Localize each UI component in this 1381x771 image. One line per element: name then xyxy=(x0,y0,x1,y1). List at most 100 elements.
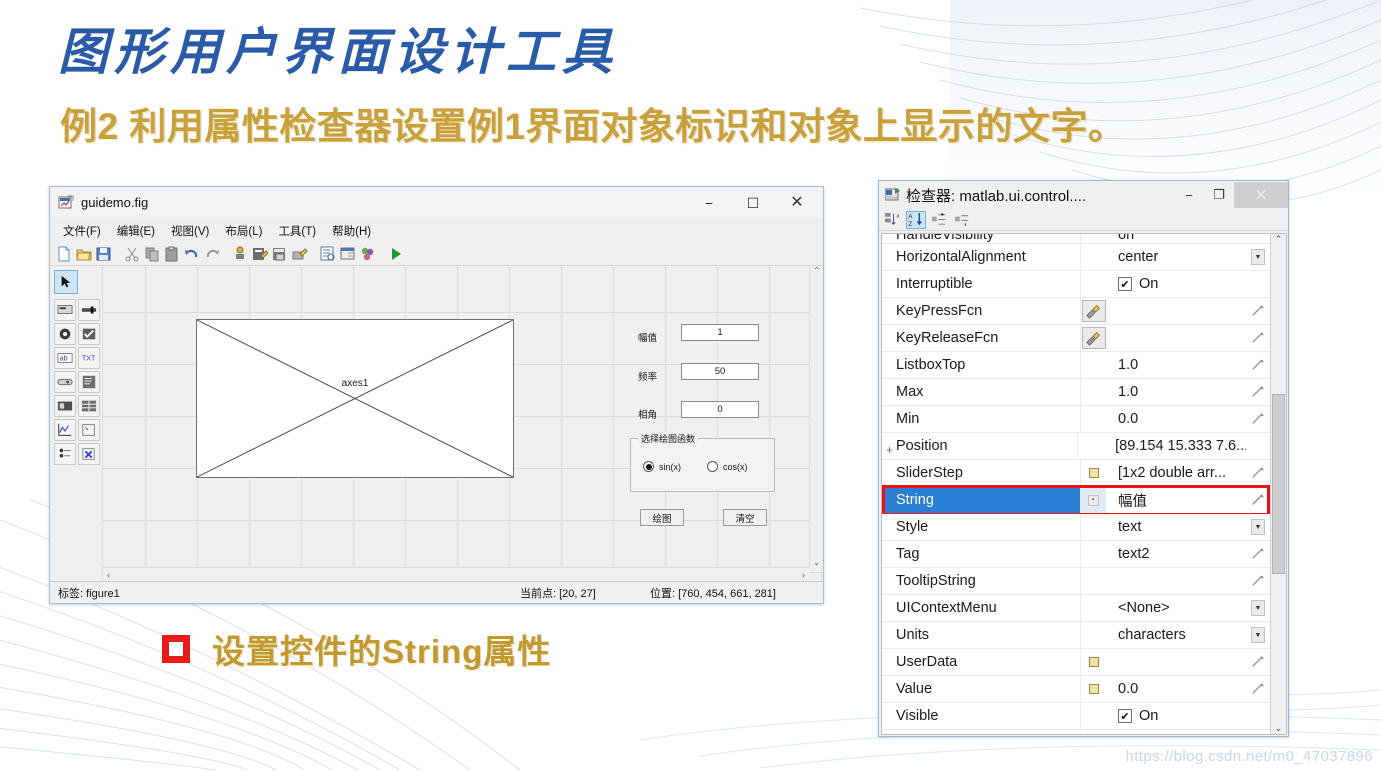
table-row-userdata[interactable]: UserData xyxy=(882,649,1270,676)
scroll-right-arrow[interactable]: › xyxy=(802,570,805,580)
canvas-vertical-scrollbar[interactable]: ⌃ ⌄ xyxy=(809,266,823,567)
table-row-keyreleasefcn[interactable]: KeyReleaseFcn xyxy=(882,325,1270,352)
object-browser-icon[interactable] xyxy=(318,244,337,263)
scroll-left-arrow[interactable]: ‹ xyxy=(107,570,110,580)
edit-text-icon[interactable]: ab xyxy=(53,347,76,369)
menu-editor-icon[interactable] xyxy=(250,244,269,263)
pencil-icon[interactable] xyxy=(1246,466,1270,480)
property-value[interactable]: [1x2 double arr... xyxy=(1106,465,1246,481)
property-value[interactable]: text xyxy=(1106,519,1246,535)
inspector-minimize-button[interactable]: − xyxy=(1174,182,1204,208)
inspector-restore-button[interactable]: ❐ xyxy=(1204,182,1234,208)
scroll-down-arrow[interactable]: ⌄ xyxy=(813,558,820,567)
property-value[interactable]: 1.0 xyxy=(1106,357,1246,373)
collapse-all-icon[interactable] xyxy=(952,211,972,229)
pencil-icon[interactable] xyxy=(1246,331,1270,345)
select-arrow-icon[interactable] xyxy=(54,270,78,294)
radio-cos[interactable]: cos(x) xyxy=(707,461,748,472)
radio-button-icon[interactable] xyxy=(53,323,76,345)
dropdown-arrow-icon[interactable]: ▼ xyxy=(1246,600,1270,616)
open-icon[interactable] xyxy=(74,244,93,263)
table-row-tag[interactable]: Tag text2 xyxy=(882,541,1270,568)
menu-layout[interactable]: 布局(L) xyxy=(218,221,269,241)
panel-icon[interactable] xyxy=(77,419,100,441)
table-row-listboxtop[interactable]: ListboxTop 1.0 xyxy=(882,352,1270,379)
phase-label[interactable]: 相角 xyxy=(638,407,657,421)
expand-plus-icon[interactable]: + xyxy=(886,443,893,454)
table-row-horizontalalignment[interactable]: HorizontalAlignment center ▼ xyxy=(882,244,1270,271)
menu-file[interactable]: 文件(F) xyxy=(56,221,108,241)
paste-icon[interactable] xyxy=(162,244,181,263)
pencil-icon[interactable] xyxy=(1246,358,1270,372)
function-select-panel[interactable]: 选择绘图函数 sin(x) cos(x) xyxy=(630,432,775,492)
property-value[interactable]: 幅值 xyxy=(1106,487,1246,513)
property-value[interactable]: ✔ On xyxy=(1106,276,1246,292)
mfile-editor-icon[interactable] xyxy=(290,244,309,263)
amplitude-label[interactable]: 幅值 xyxy=(638,330,657,344)
scroll-up-arrow[interactable]: ⌃ xyxy=(813,266,820,275)
popup-menu-icon[interactable] xyxy=(53,371,76,393)
figure-canvas[interactable]: axes1 幅值 1 频率 50 相角 0 选择绘图函数 sin(x) cos(… xyxy=(103,266,823,581)
property-table[interactable]: HandleVisibility on HorizontalAlignment … xyxy=(881,233,1287,735)
pencil-icon[interactable] xyxy=(1246,682,1270,696)
table-row-keypressfcn[interactable]: KeyPressFcn xyxy=(882,298,1270,325)
checkbox-icon[interactable]: ✔ xyxy=(1118,277,1132,291)
menu-edit[interactable]: 编辑(E) xyxy=(110,221,162,241)
property-value[interactable]: <None> xyxy=(1106,600,1246,616)
redo-icon[interactable] xyxy=(202,244,221,263)
table-row-string[interactable]: String ▪ 幅值 xyxy=(882,487,1270,514)
save-icon[interactable] xyxy=(94,244,113,263)
grid-rulers-icon[interactable] xyxy=(358,244,377,263)
property-expander[interactable]: ▪ xyxy=(1080,487,1106,513)
pencil-icon[interactable] xyxy=(1246,385,1270,399)
dropdown-arrow-icon[interactable]: ▼ xyxy=(1246,627,1270,643)
table-row-min[interactable]: Min 0.0 xyxy=(882,406,1270,433)
property-value[interactable]: 1.0 xyxy=(1106,384,1246,400)
inspector-scroll-thumb[interactable] xyxy=(1272,394,1285,574)
pencil-icon[interactable] xyxy=(1246,574,1270,588)
inspector-close-button[interactable]: ✕ xyxy=(1234,182,1288,208)
pencil-icon[interactable] xyxy=(1246,487,1270,513)
slider-icon[interactable] xyxy=(77,299,100,321)
function-handle-icon[interactable] xyxy=(1080,325,1106,351)
property-value[interactable]: center xyxy=(1106,249,1246,265)
menu-tools[interactable]: 工具(T) xyxy=(271,221,323,241)
listbox-icon[interactable] xyxy=(77,371,100,393)
table-row-value[interactable]: Value 0.0 xyxy=(882,676,1270,703)
canvas-horizontal-scrollbar[interactable]: ‹ › xyxy=(103,567,809,581)
guide-minimize-button[interactable]: − xyxy=(687,188,731,218)
pencil-icon[interactable] xyxy=(1246,412,1270,426)
radio-sin[interactable]: sin(x) xyxy=(643,461,681,472)
property-value[interactable]: characters xyxy=(1106,627,1246,643)
property-inspector-icon[interactable] xyxy=(338,244,357,263)
new-icon[interactable] xyxy=(54,244,73,263)
toggle-button-icon[interactable] xyxy=(53,395,76,417)
function-handle-icon[interactable] xyxy=(1080,298,1106,324)
checkbox-icon[interactable]: ✔ xyxy=(1118,709,1132,723)
guide-maximize-button[interactable]: ☐ xyxy=(731,188,775,218)
guide-close-button[interactable]: ✕ xyxy=(775,188,819,218)
property-value[interactable]: 0.0 xyxy=(1106,411,1246,427)
table-row-interruptible[interactable]: Interruptible ✔ On xyxy=(882,271,1270,298)
array-editor-icon[interactable] xyxy=(1080,460,1106,486)
axes-icon[interactable] xyxy=(53,419,76,441)
run-icon[interactable] xyxy=(386,244,405,263)
clear-button[interactable]: 清空 xyxy=(723,509,767,526)
static-text-icon[interactable]: TXT xyxy=(77,347,100,369)
property-value[interactable]: text2 xyxy=(1106,546,1246,562)
align-objects-icon[interactable] xyxy=(230,244,249,263)
cut-icon[interactable] xyxy=(122,244,141,263)
property-value[interactable]: on xyxy=(1106,234,1246,243)
array-editor-icon[interactable] xyxy=(1080,649,1106,675)
table-row-sliderstep[interactable]: SliderStep [1x2 double arr... xyxy=(882,460,1270,487)
table-row-position[interactable]: + Position [89.154 15.333 7.6... xyxy=(882,433,1270,460)
dropdown-arrow-icon[interactable]: ▼ xyxy=(1246,519,1270,535)
table-row-visible[interactable]: Visible ✔ On xyxy=(882,703,1270,730)
menu-help[interactable]: 帮助(H) xyxy=(325,221,378,241)
inspector-vertical-scrollbar[interactable]: ⌃ ⌄ xyxy=(1270,234,1286,734)
undo-icon[interactable] xyxy=(182,244,201,263)
frequency-edit[interactable]: 50 xyxy=(681,363,759,380)
copy-icon[interactable] xyxy=(142,244,161,263)
table-row-clipped[interactable]: HandleVisibility on xyxy=(882,234,1270,244)
inspector-scroll-down-arrow[interactable]: ⌄ xyxy=(1275,723,1283,734)
